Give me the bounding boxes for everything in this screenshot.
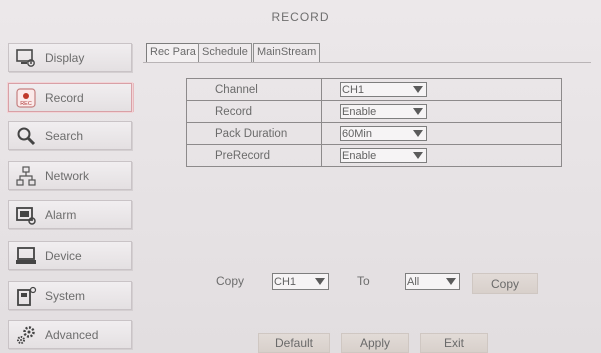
chevron-down-icon	[413, 130, 423, 137]
sidebar-item-display[interactable]: Display	[8, 43, 132, 72]
page-title: RECORD	[271, 10, 330, 24]
table-row: PreRecord Enable	[186, 144, 562, 167]
exit-button[interactable]: Exit	[420, 333, 488, 353]
sidebar-item-alarm[interactable]: Alarm	[8, 200, 132, 229]
tab-underline	[143, 62, 591, 63]
chevron-down-icon	[413, 152, 423, 159]
sidebar-item-network[interactable]: Network	[8, 161, 132, 190]
copy-from-value: CH1	[274, 275, 297, 288]
sidebar-item-label: Advanced	[45, 327, 99, 342]
sidebar-item-label: Device	[45, 248, 82, 263]
channel-value: CH1	[342, 83, 365, 96]
copy-button[interactable]: Copy	[472, 273, 538, 294]
sidebar-item-search[interactable]: Search	[8, 121, 132, 150]
prerecord-value: Enable	[342, 149, 377, 162]
sidebar-item-label: Alarm	[45, 207, 77, 222]
channel-label: Channel	[186, 78, 322, 101]
record-value: Enable	[342, 105, 377, 118]
prerecord-label: PreRecord	[186, 144, 322, 167]
record-label: Record	[186, 100, 322, 123]
monitor-icon	[15, 47, 37, 69]
to-label: To	[357, 274, 370, 288]
device-icon	[15, 245, 37, 267]
chevron-down-icon	[315, 278, 325, 285]
network-icon	[15, 165, 37, 187]
sidebar-item-record[interactable]: REC Record	[8, 83, 132, 112]
pack-duration-value: 60Min	[342, 127, 372, 140]
tab-schedule[interactable]: Schedule	[198, 43, 252, 62]
table-row: Record Enable	[186, 100, 562, 123]
record-screen: RECORD Display REC Record Search Network…	[0, 0, 601, 353]
chevron-down-icon	[413, 108, 423, 115]
prerecord-select[interactable]: Enable	[340, 148, 427, 163]
table-row: Pack Duration 60Min	[186, 122, 562, 145]
pack-duration-label: Pack Duration	[186, 122, 322, 145]
copy-label: Copy	[216, 274, 245, 288]
sidebar-item-label: Record	[45, 90, 84, 105]
copy-from-select[interactable]: CH1	[272, 273, 329, 290]
channel-select[interactable]: CH1	[340, 82, 427, 97]
default-button[interactable]: Default	[258, 333, 330, 353]
chevron-down-icon	[413, 86, 423, 93]
table-row: Channel CH1	[186, 78, 562, 101]
search-icon	[15, 125, 37, 147]
chevron-down-icon	[446, 278, 456, 285]
sidebar-item-system[interactable]: System	[8, 281, 132, 310]
record-select[interactable]: Enable	[340, 104, 427, 119]
copy-to-select[interactable]: All	[405, 273, 460, 290]
gears-icon	[15, 324, 37, 346]
sidebar-item-advanced[interactable]: Advanced	[8, 320, 132, 349]
record-params-table: Channel CH1 Record Enable Pack Duration	[186, 78, 562, 167]
sidebar-item-label: Network	[45, 168, 90, 183]
alarm-icon	[15, 204, 37, 226]
system-icon	[15, 285, 37, 307]
rec-icon: REC	[15, 87, 37, 109]
sidebar-item-label: System	[45, 288, 86, 303]
apply-button[interactable]: Apply	[341, 333, 409, 353]
pack-duration-select[interactable]: 60Min	[340, 126, 427, 141]
sidebar-item-device[interactable]: Device	[8, 241, 132, 270]
copy-to-value: All	[407, 275, 420, 288]
sidebar-item-label: Display	[45, 50, 85, 65]
tab-rec-para[interactable]: Rec Para	[146, 43, 200, 62]
svg-text:REC: REC	[20, 101, 32, 107]
sidebar-item-label: Search	[45, 128, 84, 143]
tab-mainstream[interactable]: MainStream	[253, 43, 321, 62]
